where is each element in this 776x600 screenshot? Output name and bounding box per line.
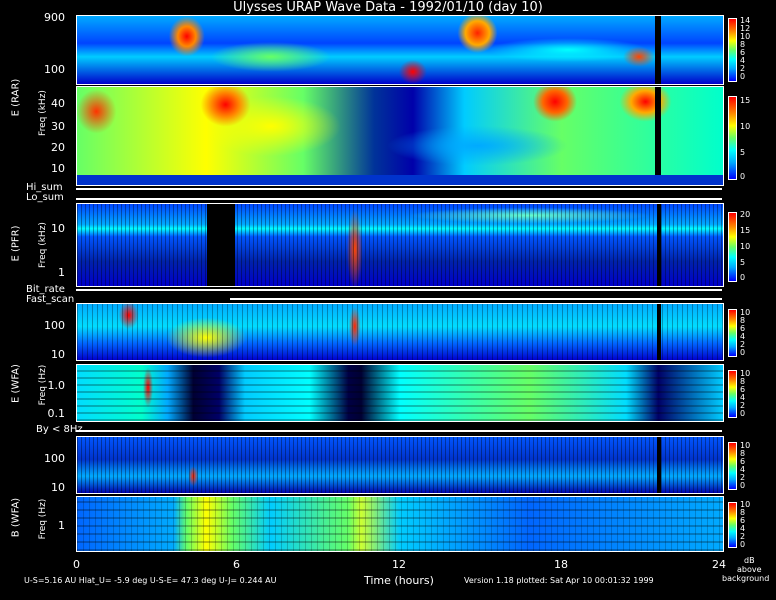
pfr-cbar-10: 10 (740, 242, 751, 251)
rar-lower-colorbar (728, 96, 737, 180)
bwfa-upper-colorbar (728, 442, 737, 490)
ewfa-ytick-1.0: 1.0 (47, 379, 66, 392)
rar-lcbar-5: 5 (740, 148, 746, 157)
rar-lcbar-10: 10 (740, 122, 751, 131)
xtick-12: 12 (392, 558, 406, 571)
rar-lower-bottom-band (77, 175, 723, 185)
pfr-ytick-10: 10 (51, 222, 65, 235)
unit-db: dB (744, 556, 755, 565)
pfr-cbar-15: 15 (740, 226, 751, 235)
pfr-spectrogram (76, 203, 724, 287)
rar-ytick-40: 40 (51, 97, 65, 110)
bit-rate-strip (76, 289, 722, 291)
bwfa-gap (657, 437, 661, 493)
rar-data-gap (655, 16, 661, 84)
ewfa-panel-label: E (WFA) (10, 364, 22, 403)
rar-ytick-30: 30 (51, 120, 65, 133)
ewfa-gap (657, 304, 661, 360)
rar-ytick-10: 10 (51, 162, 65, 175)
xtick-24: 24 (712, 558, 726, 571)
bwfa-upper-spectrogram (76, 436, 724, 494)
pfr-cbar-0: 0 (740, 273, 746, 282)
pfr-gap-2 (657, 204, 661, 286)
rar-upper-colorbar (728, 18, 737, 82)
ewfa-lower-colorbar (728, 370, 737, 418)
rar-cbar-0: 0 (740, 72, 746, 81)
ewfa-ytick-100: 100 (44, 319, 65, 332)
pfr-cbar-20: 20 (740, 210, 751, 219)
footer-orbit-info: U-S=5.16 AU Hlat_U= -5.9 deg U-S-E= 47.3… (24, 576, 277, 585)
footer-version: Version 1.18 plotted: Sat Apr 10 00:01:3… (464, 576, 654, 585)
rar-upper-spectrogram (76, 15, 724, 85)
lo-sum-label: Lo_sum (26, 192, 64, 203)
rar-panel-label: E (RAR) (10, 78, 22, 117)
ewfa-lower-spectrogram (76, 364, 724, 422)
pfr-ytick-1: 1 (58, 266, 65, 279)
bwfa-ytick-100: 100 (44, 452, 65, 465)
unit-background: background (722, 574, 770, 583)
ewfa-freq-label: Freq (Hz) (38, 364, 48, 406)
ewfa-lcbar-0: 0 (740, 409, 746, 418)
bwfa-cbar-0: 0 (740, 481, 746, 490)
pfr-panel-label: E (PFR) (10, 225, 22, 262)
rar-lower-spectrogram (76, 86, 724, 186)
ewfa-upper-spectrogram (76, 303, 724, 361)
pfr-colorbar (728, 212, 737, 282)
rar-lcbar-15: 15 (740, 96, 751, 105)
rar-lower-gap (655, 87, 661, 185)
ewfa-ytick-0.1: 0.1 (47, 407, 66, 420)
bwfa-freq-label: Freq (Hz) (38, 498, 48, 540)
by-strip (76, 430, 722, 432)
pfr-cbar-5: 5 (740, 258, 746, 267)
bwfa-panel-label: B (WFA) (10, 497, 22, 538)
bwfa-lcbar-0: 0 (740, 540, 746, 549)
xtick-18: 18 (554, 558, 568, 571)
xtick-6: 6 (233, 558, 240, 571)
lo-sum-strip (76, 198, 722, 200)
ewfa-upper-colorbar (728, 309, 737, 357)
xtick-0: 0 (73, 558, 80, 571)
rar-lcbar-0: 0 (740, 172, 746, 181)
unit-above: above (737, 565, 762, 574)
fast-scan-strip (230, 298, 722, 300)
ewfa-cbar-0: 0 (740, 348, 746, 357)
pfr-freq-label: Freq (kHz) (38, 222, 48, 268)
bwfa-ytick-10: 10 (51, 481, 65, 494)
rar-ytick-900: 900 (44, 11, 65, 24)
ewfa-ytick-10: 10 (51, 348, 65, 361)
chart-title: Ulysses URAP Wave Data - 1992/01/10 (day… (233, 0, 543, 15)
bwfa-ytick-1: 1 (58, 519, 65, 532)
x-axis-label: Time (hours) (364, 574, 434, 587)
fast-scan-label: Fast_scan (26, 294, 75, 305)
bwfa-lower-spectrogram (76, 496, 724, 552)
rar-ytick-20: 20 (51, 141, 65, 154)
rar-freq-label: Freq (kHz) (38, 90, 48, 136)
rar-ytick-100: 100 (44, 63, 65, 76)
hi-sum-strip (76, 188, 722, 190)
bwfa-lower-colorbar (728, 502, 737, 548)
pfr-data-gap (207, 204, 235, 286)
